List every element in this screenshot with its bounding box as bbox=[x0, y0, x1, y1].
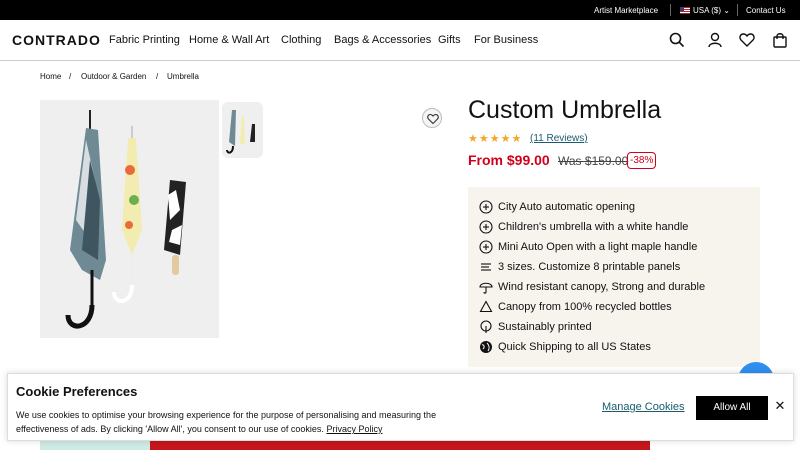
feature-item: 3 sizes. Customize 8 printable panels bbox=[479, 259, 759, 275]
feature-text: Quick Shipping to all US States bbox=[498, 341, 651, 353]
feature-item: Canopy from 100% recycled bottles bbox=[479, 299, 759, 315]
was-price: Was $159.00 bbox=[558, 154, 629, 168]
contact-us-link[interactable]: Contact Us bbox=[746, 6, 786, 15]
artist-marketplace-link[interactable]: Artist Marketplace bbox=[594, 6, 658, 15]
feature-text: 3 sizes. Customize 8 printable panels bbox=[498, 261, 681, 273]
close-icon[interactable]: ✕ bbox=[773, 398, 787, 414]
nav-gifts[interactable]: Gifts bbox=[438, 34, 461, 46]
banner-image bbox=[40, 441, 150, 450]
plus-circle-icon bbox=[479, 220, 493, 234]
thumbnail-image bbox=[226, 110, 255, 154]
logo[interactable]: CONTRADO bbox=[12, 32, 101, 48]
feature-item: Quick Shipping to all US States bbox=[479, 339, 759, 355]
nav-for-business[interactable]: For Business bbox=[474, 34, 538, 46]
product-price: From $99.00 bbox=[468, 152, 550, 168]
breadcrumb-separator: / bbox=[69, 72, 72, 81]
cookie-text: We use cookies to optimise your browsing… bbox=[16, 408, 486, 436]
features-panel: City Auto automatic opening Children's u… bbox=[468, 187, 760, 367]
globe-icon bbox=[480, 341, 492, 353]
main-header: CONTRADO Fabric Printing Home & Wall Art… bbox=[0, 20, 800, 61]
breadcrumb-outdoor-garden[interactable]: Outdoor & Garden bbox=[81, 72, 146, 81]
nav-fabric-printing[interactable]: Fabric Printing bbox=[109, 34, 180, 46]
nav-home-wall-art[interactable]: Home & Wall Art bbox=[189, 34, 269, 46]
currency-selector[interactable]: USA ($) ⌄ bbox=[680, 6, 730, 15]
product-title: Custom Umbrella bbox=[468, 96, 662, 124]
chevron-down-icon: ⌄ bbox=[723, 6, 730, 15]
feature-text: Sustainably printed bbox=[498, 321, 592, 333]
recycle-icon bbox=[479, 300, 493, 313]
feature-item: Sustainably printed bbox=[479, 319, 759, 335]
us-flag-icon bbox=[680, 7, 690, 14]
feature-text: Children's umbrella with a white handle bbox=[498, 221, 689, 233]
breadcrumb-current: Umbrella bbox=[167, 72, 200, 81]
currency-label: USA ($) bbox=[693, 6, 722, 15]
banner-image bbox=[150, 441, 650, 450]
top-bar: Artist Marketplace USA ($) ⌄ Contact Us bbox=[0, 0, 800, 20]
product-main-image[interactable] bbox=[40, 100, 219, 338]
umbrellas-illustration bbox=[65, 110, 186, 329]
cookie-banner: Cookie Preferences We use cookies to opt… bbox=[7, 373, 794, 441]
leaf-icon bbox=[480, 320, 492, 333]
heart-icon[interactable] bbox=[739, 32, 755, 48]
allow-all-button[interactable]: Allow All bbox=[696, 396, 768, 420]
feature-item: Wind resistant canopy, Strong and durabl… bbox=[479, 279, 759, 295]
privacy-policy-link[interactable]: Privacy Policy bbox=[326, 424, 382, 434]
reviews-link[interactable]: (11 Reviews) bbox=[530, 133, 588, 144]
bag-icon[interactable] bbox=[772, 32, 788, 48]
nav-bags-accessories[interactable]: Bags & Accessories bbox=[334, 34, 431, 46]
umbrella-icon bbox=[479, 282, 493, 294]
breadcrumb-home[interactable]: Home bbox=[40, 72, 61, 81]
feature-item: City Auto automatic opening bbox=[479, 199, 759, 215]
feature-text: Wind resistant canopy, Strong and durabl… bbox=[498, 281, 706, 293]
plus-circle-icon bbox=[479, 200, 493, 214]
divider bbox=[670, 4, 671, 16]
rating-stars: ★★★★★ bbox=[468, 133, 523, 145]
user-icon[interactable] bbox=[707, 32, 723, 48]
nav-clothing[interactable]: Clothing bbox=[281, 34, 321, 46]
plus-circle-icon bbox=[479, 240, 493, 254]
divider bbox=[737, 4, 738, 16]
wishlist-button[interactable] bbox=[422, 108, 442, 128]
product-thumbnail[interactable] bbox=[222, 102, 263, 158]
heart-icon bbox=[427, 113, 439, 125]
cookie-title: Cookie Preferences bbox=[16, 384, 138, 399]
manage-cookies-link[interactable]: Manage Cookies bbox=[602, 401, 685, 413]
breadcrumb-separator: / bbox=[156, 72, 159, 81]
feature-item: Mini Auto Open with a light maple handle bbox=[479, 239, 759, 255]
ruler-icon bbox=[481, 263, 491, 271]
feature-text: Canopy from 100% recycled bottles bbox=[498, 301, 672, 313]
feature-text: Mini Auto Open with a light maple handle bbox=[498, 241, 698, 253]
discount-badge: -38% bbox=[627, 152, 657, 169]
feature-item: Children's umbrella with a white handle bbox=[479, 219, 759, 235]
feature-text: City Auto automatic opening bbox=[498, 201, 635, 213]
search-icon[interactable] bbox=[669, 32, 685, 48]
